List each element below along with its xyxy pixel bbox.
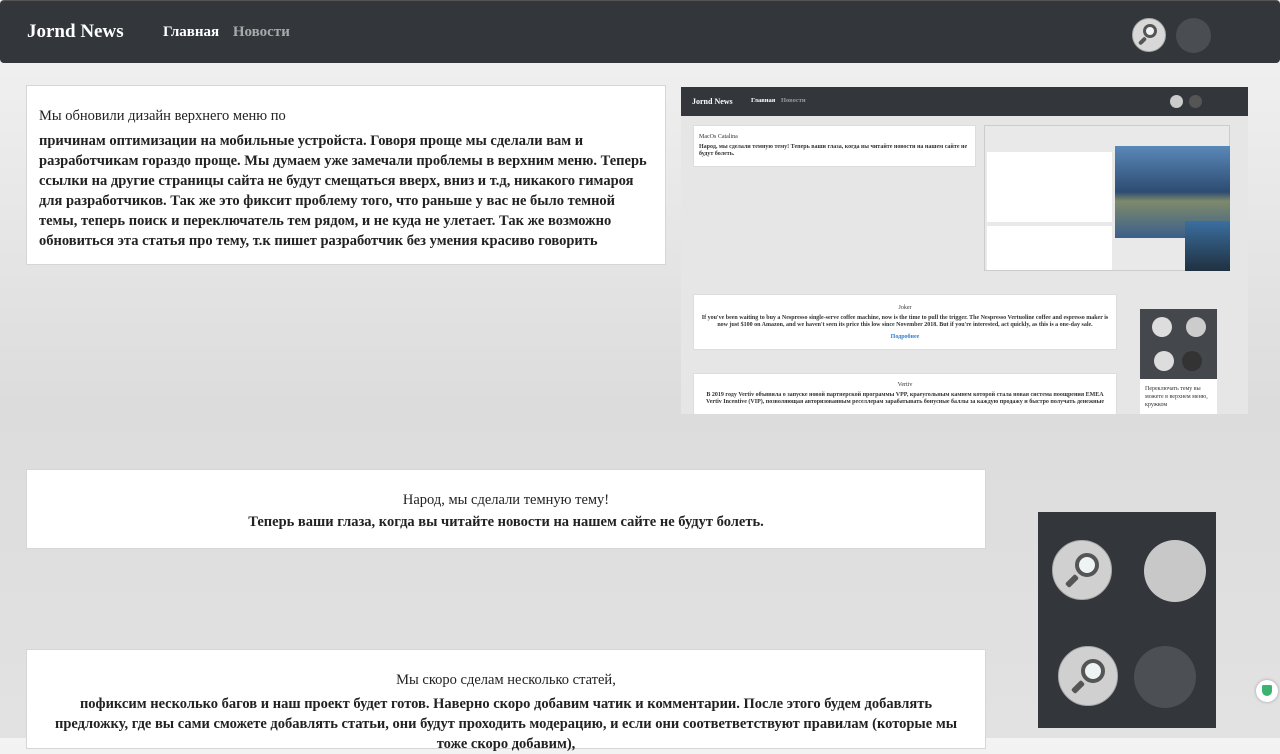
nav-link-home[interactable]: Главная [163, 24, 219, 40]
article-card-dark-theme: Народ, мы сделали темную тему! Теперь ва… [26, 469, 986, 549]
screenshot-card-joker: Joker If you've been waiting to buy a Ne… [693, 294, 1117, 350]
nested-text-block [987, 226, 1112, 270]
screenshot-card-vertiv: Vertiv В 2019 году Vertiv объявила о зап… [693, 373, 1117, 414]
article-lead: Мы обновили дизайн верхнего меню по [39, 108, 286, 124]
nested-side-image [1185, 221, 1230, 271]
site-logo[interactable]: Jornd News [27, 21, 124, 43]
screenshot-card-title: Joker [898, 305, 912, 311]
theme-preview-panel [1038, 512, 1216, 728]
screenshot-nav-news: Новости [780, 97, 806, 104]
nav-link-news[interactable]: Новости [233, 24, 290, 40]
article-screenshot: Jornd News Главная Новости MacOs Catalin… [681, 87, 1248, 414]
article-body: Теперь ваши глаза, когда вы читайте ново… [248, 514, 764, 530]
article-lead: Народ, мы сделали темную тему! [402, 492, 610, 508]
screenshot-more-link: Подробнее [890, 334, 920, 340]
screenshot-theme-gadget: Переключать тему вы можете в верхнем мен… [1140, 309, 1217, 414]
screenshot-navbar: Jornd News Главная Новости [681, 87, 1248, 116]
article-lead: Мы скоро сделам несколько статей, [396, 672, 616, 688]
screenshot-card-title: MacOs Catalina [699, 134, 738, 140]
top-navbar: Jornd News Главная Новости [0, 0, 1280, 63]
screenshot-card-text: В 2019 году Vertiv объявила о запуске но… [705, 392, 1104, 405]
screenshot-nested-preview [984, 125, 1230, 271]
screenshot-card-title: Vertiv [897, 382, 913, 388]
screenshot-gadget-dark [1140, 309, 1217, 379]
screenshot-card-text: Народ, мы сделали темную тему! Теперь ва… [699, 144, 968, 157]
shield-icon[interactable] [1256, 680, 1278, 702]
article-card-menu-update: Мы обновили дизайн верхнего меню по прич… [26, 85, 666, 265]
screenshot-logo: Jornd News [692, 97, 733, 106]
search-icon [1137, 24, 1160, 46]
screenshot-gadget-text: Переключать тему вы можете в верхнем мен… [1145, 386, 1208, 408]
article-body: пофиксим несколько багов и наш проект бу… [54, 696, 958, 752]
theme-preview-search-dark [1058, 646, 1118, 706]
screenshot-card-text: If you've been waiting to buy a Nespress… [701, 315, 1109, 328]
search-icon [1064, 553, 1101, 589]
screenshot-card-catalina: MacOs Catalina Народ, мы сделали темную … [693, 125, 976, 167]
search-button[interactable] [1132, 18, 1166, 52]
article-body: причинам оптимизации на мобильные устрой… [39, 133, 647, 249]
theme-toggle-button[interactable] [1176, 18, 1211, 53]
theme-preview-toggle-dark [1134, 646, 1196, 708]
main-nav: Главная Новости [163, 24, 300, 41]
screenshot-search-icon [1170, 95, 1183, 108]
screenshot-nav-home: Главная [751, 97, 776, 104]
article-card-roadmap: Мы скоро сделам несколько статей, пофикс… [26, 649, 986, 752]
nested-text-block [987, 152, 1112, 222]
theme-preview-search-light [1052, 540, 1112, 600]
screenshot-theme-icon [1189, 95, 1202, 108]
search-icon [1070, 659, 1107, 695]
screenshot-nav: Главная Новости [751, 97, 806, 104]
theme-preview-toggle-light [1144, 540, 1206, 602]
